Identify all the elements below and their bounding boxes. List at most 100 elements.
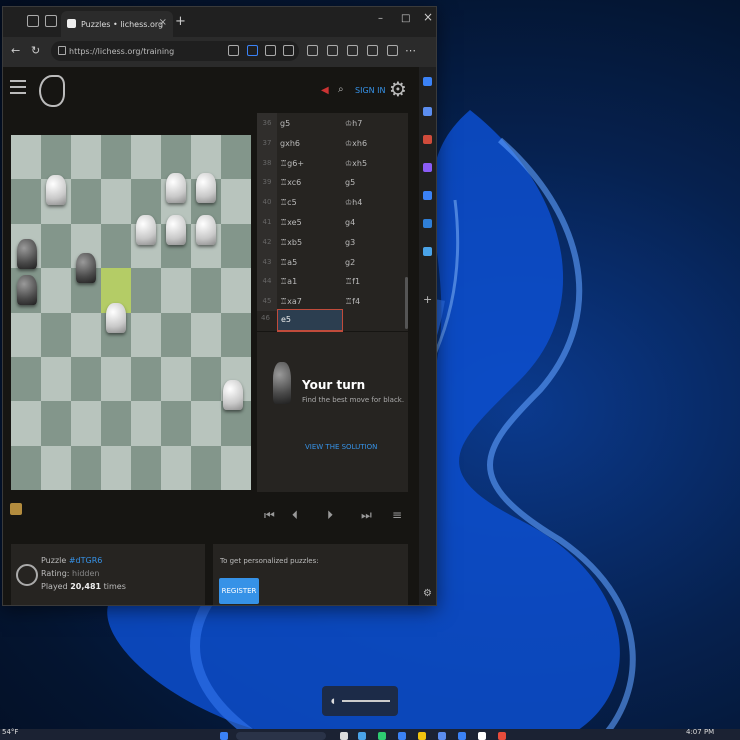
mail-icon[interactable] xyxy=(438,732,446,740)
white-piece[interactable] xyxy=(166,215,186,245)
board-square[interactable] xyxy=(221,268,251,313)
store-icon[interactable] xyxy=(398,732,406,740)
volume-slider[interactable] xyxy=(342,700,390,702)
board-square[interactable] xyxy=(131,445,161,491)
favorites-icon[interactable] xyxy=(347,45,358,56)
white-piece[interactable] xyxy=(196,173,216,203)
board-square[interactable] xyxy=(71,357,101,402)
white-piece[interactable] xyxy=(166,173,186,203)
board-square[interactable] xyxy=(101,223,131,269)
split-screen-icon[interactable] xyxy=(327,45,338,56)
white-move[interactable]: ♖xe5 xyxy=(280,218,302,227)
board-square[interactable] xyxy=(41,401,71,446)
black-move[interactable]: ♔xh6 xyxy=(345,139,367,148)
white-move[interactable]: g5 xyxy=(280,119,290,128)
tab-actions-icon[interactable] xyxy=(45,15,57,27)
board-square[interactable] xyxy=(101,179,131,224)
white-move[interactable]: ♖xb5 xyxy=(280,238,302,247)
board-square[interactable] xyxy=(161,445,191,491)
volume-icon[interactable]: ◖ xyxy=(331,697,335,705)
black-move[interactable]: ♔h7 xyxy=(345,119,362,128)
board-square[interactable] xyxy=(41,268,71,313)
edge-taskbar-icon[interactable] xyxy=(378,732,386,740)
outlook-icon[interactable] xyxy=(423,219,432,228)
board-square[interactable] xyxy=(41,445,71,491)
board-square[interactable] xyxy=(131,312,161,357)
board-square[interactable] xyxy=(71,135,101,180)
board-square[interactable] xyxy=(221,312,251,357)
black-move[interactable]: g2 xyxy=(345,258,355,267)
black-move[interactable]: g5 xyxy=(345,178,355,187)
black-move[interactable]: g4 xyxy=(345,218,355,227)
register-button[interactable]: REGISTER xyxy=(219,578,259,604)
tab-lichess[interactable]: Puzzles • lichess.org × xyxy=(61,11,173,37)
task-view-icon[interactable] xyxy=(340,732,348,740)
board-square[interactable] xyxy=(161,312,191,357)
board-square[interactable] xyxy=(41,357,71,402)
board-square[interactable] xyxy=(101,445,131,491)
move-list-scrollbar[interactable] xyxy=(405,277,408,329)
white-move[interactable]: ♖a1 xyxy=(280,277,297,286)
white-piece[interactable] xyxy=(196,215,216,245)
board-square[interactable] xyxy=(71,445,101,491)
white-piece[interactable] xyxy=(136,215,156,245)
app3-icon[interactable] xyxy=(478,732,486,740)
board-square[interactable] xyxy=(101,135,131,180)
weather-temp[interactable]: 54°F xyxy=(2,728,18,736)
board-square[interactable] xyxy=(71,312,101,357)
black-piece[interactable] xyxy=(17,239,37,269)
white-move[interactable]: ♖g6+ xyxy=(280,159,304,168)
next-move-icon[interactable]: ⏵ xyxy=(327,508,333,523)
menu-icon[interactable]: ≡ xyxy=(392,508,402,522)
sign-in-link[interactable]: SIGN IN xyxy=(355,86,386,95)
lichess-logo-icon[interactable] xyxy=(39,75,65,107)
board-square[interactable] xyxy=(221,445,251,491)
black-move[interactable]: ♔h4 xyxy=(345,198,362,207)
black-move[interactable]: g3 xyxy=(345,238,355,247)
workspaces-icon[interactable] xyxy=(27,15,39,27)
board-square[interactable] xyxy=(161,401,191,446)
sound-icon[interactable]: ◀ xyxy=(321,85,329,96)
black-move[interactable]: ♖f4 xyxy=(345,297,360,306)
browser-essentials-icon[interactable] xyxy=(307,45,318,56)
board-square[interactable] xyxy=(11,179,41,224)
board-square[interactable] xyxy=(221,179,251,224)
board-square[interactable] xyxy=(11,401,41,446)
white-piece[interactable] xyxy=(106,303,126,333)
refresh-icon[interactable]: ↻ xyxy=(31,44,40,57)
black-piece[interactable] xyxy=(17,275,37,305)
white-move[interactable]: gxh6 xyxy=(280,139,300,148)
first-move-icon[interactable]: ⏮ xyxy=(264,508,275,523)
favorite-star-icon[interactable] xyxy=(283,45,294,56)
white-move[interactable]: ♖xc6 xyxy=(280,178,301,187)
board-square[interactable] xyxy=(191,401,221,446)
board-square[interactable] xyxy=(11,312,41,357)
app2-icon[interactable] xyxy=(458,732,466,740)
white-piece[interactable] xyxy=(223,380,243,410)
board-square[interactable] xyxy=(101,401,131,446)
black-move[interactable]: ♔xh5 xyxy=(345,159,367,168)
board-square[interactable] xyxy=(191,312,221,357)
more-menu-icon[interactable]: ⋯ xyxy=(405,44,416,57)
app-icon[interactable] xyxy=(228,45,239,56)
hamburger-menu-icon[interactable] xyxy=(10,80,26,98)
board-square[interactable] xyxy=(41,223,71,269)
board-square[interactable] xyxy=(101,357,131,402)
board-square[interactable] xyxy=(131,135,161,180)
board-square[interactable] xyxy=(191,268,221,313)
search-sidebar-icon[interactable] xyxy=(423,77,432,86)
white-move[interactable]: ♖a5 xyxy=(280,258,297,267)
tab-close-icon[interactable]: × xyxy=(159,17,167,28)
taskbar-search-box[interactable] xyxy=(236,732,326,740)
board-square[interactable] xyxy=(221,223,251,269)
white-piece[interactable] xyxy=(46,175,66,205)
clock[interactable]: 4:07 PM xyxy=(686,728,714,736)
view-solution-link[interactable]: VIEW THE SOLUTION xyxy=(305,443,377,451)
add-sidebar-icon[interactable]: + xyxy=(423,294,432,305)
copilot-icon[interactable] xyxy=(423,191,432,200)
new-tab-button[interactable]: + xyxy=(175,14,186,29)
read-aloud-icon[interactable] xyxy=(265,45,276,56)
board-square[interactable] xyxy=(11,135,41,180)
board-square[interactable] xyxy=(41,312,71,357)
close-button[interactable]: × xyxy=(423,10,433,24)
